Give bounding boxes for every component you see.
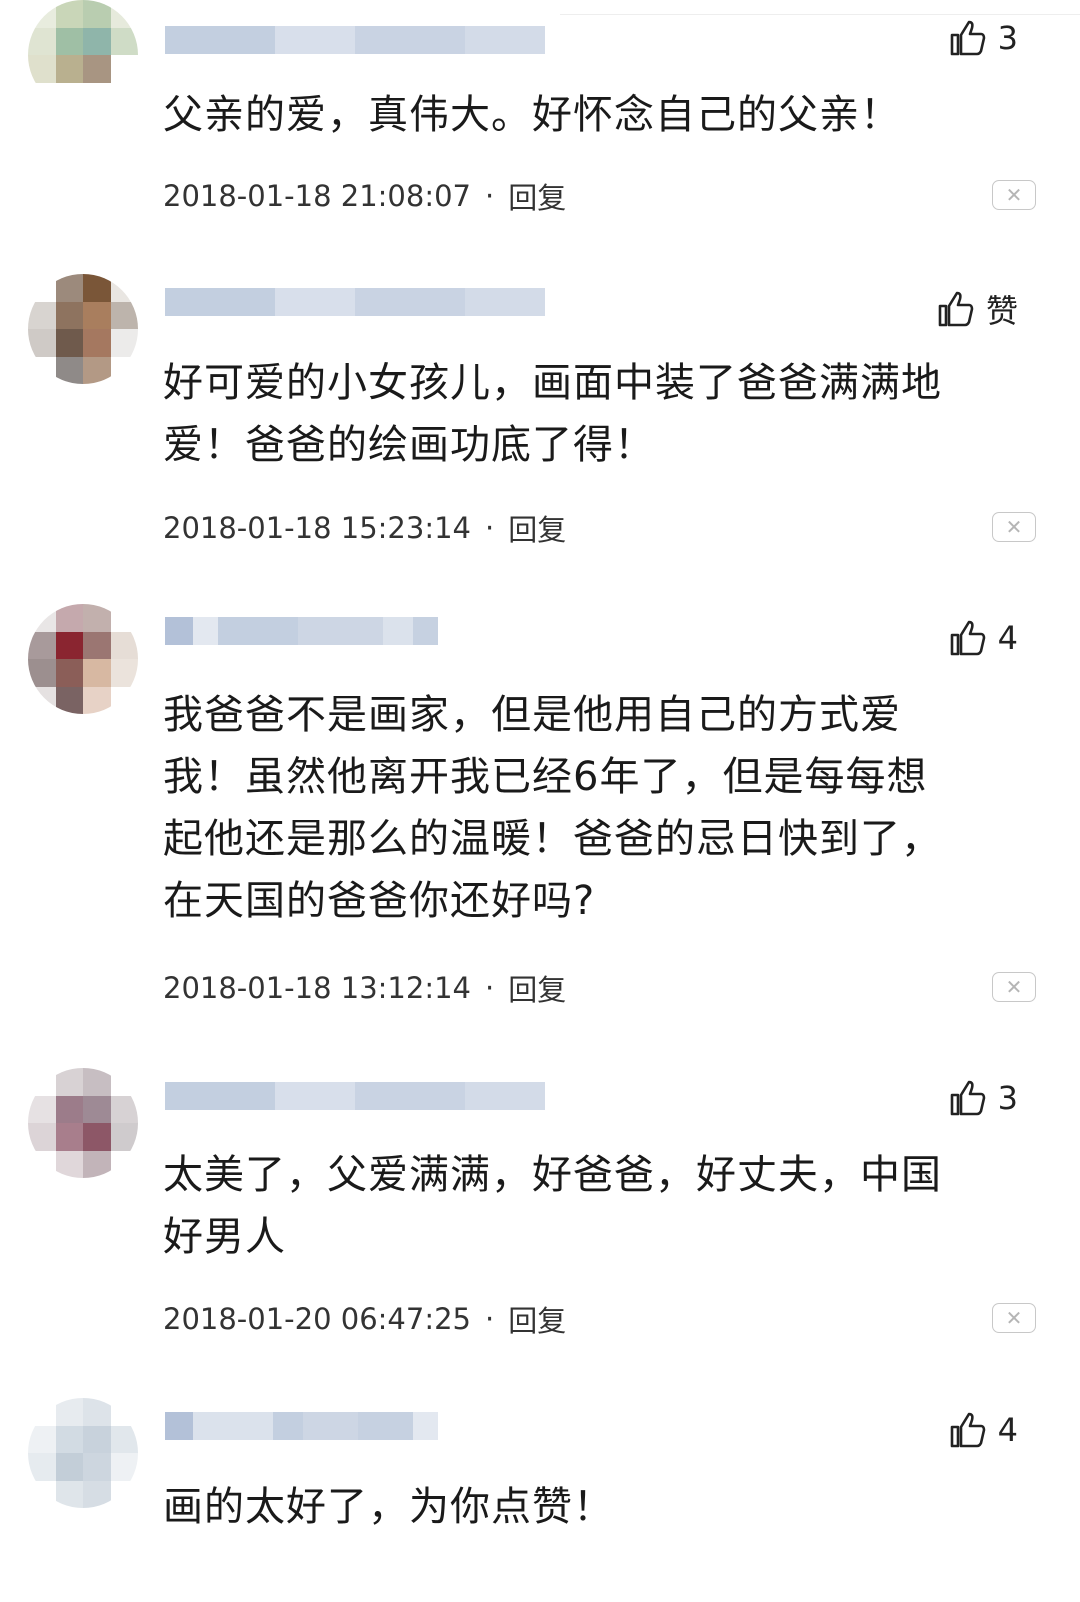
comment-meta: 2018-01-18 15:23:14 · 回复: [163, 507, 566, 549]
separator: ·: [485, 971, 495, 1005]
thumbs-up-icon: [938, 291, 974, 327]
avatar[interactable]: [28, 1068, 138, 1178]
thumbs-up-icon: [950, 620, 985, 656]
like-button[interactable]: 4: [948, 1410, 1018, 1450]
divider: [560, 14, 1080, 15]
reply-button[interactable]: 回复: [508, 967, 566, 1009]
username[interactable]: [165, 12, 545, 67]
thumbs-up-icon: [950, 1412, 985, 1448]
timestamp: 2018-01-20 06:47:25: [163, 1302, 471, 1336]
username[interactable]: [165, 603, 438, 658]
like-count: 3: [997, 19, 1018, 57]
avatar[interactable]: [28, 0, 138, 110]
separator: ·: [485, 1302, 495, 1336]
comment-meta: 2018-01-20 06:47:25 · 回复: [163, 1298, 566, 1340]
like-button[interactable]: 3: [948, 18, 1018, 58]
timestamp: 2018-01-18 15:23:14: [163, 511, 471, 545]
comment-text: 画的太好了，为你点赞！: [163, 1484, 614, 1530]
like-button[interactable]: 赞: [936, 286, 1018, 332]
dismiss-button[interactable]: ✕: [992, 1303, 1036, 1333]
thumbs-up-icon: [950, 1080, 985, 1116]
comment-meta: 2018-01-18 21:08:07 · 回复: [163, 175, 566, 217]
username[interactable]: [165, 1398, 438, 1453]
timestamp: 2018-01-18 21:08:07: [163, 179, 471, 213]
username[interactable]: [165, 274, 545, 329]
comment-text: 父亲的爱，真伟大。好怀念自己的父亲！: [163, 92, 901, 138]
comment-text: 太美了，父爱满满，好爸爸，好丈夫，中国 好男人: [163, 1152, 942, 1260]
avatar[interactable]: [28, 274, 138, 384]
dismiss-button[interactable]: ✕: [992, 512, 1036, 542]
reply-button[interactable]: 回复: [508, 175, 566, 217]
separator: ·: [485, 511, 495, 545]
comment-text: 好可爱的小女孩儿，画面中装了爸爸满满地 爱！爸爸的绘画功底了得！: [163, 360, 942, 468]
like-count: 4: [997, 1411, 1018, 1449]
dismiss-button[interactable]: ✕: [992, 972, 1036, 1002]
avatar[interactable]: [28, 604, 138, 714]
like-button[interactable]: 3: [948, 1078, 1018, 1118]
avatar[interactable]: [28, 1398, 138, 1508]
timestamp: 2018-01-18 13:12:14: [163, 971, 471, 1005]
separator: ·: [485, 179, 495, 213]
like-count: 4: [997, 619, 1018, 657]
like-button[interactable]: 4: [948, 618, 1018, 658]
like-count: 3: [997, 1079, 1018, 1117]
username[interactable]: [165, 1068, 545, 1123]
dismiss-button[interactable]: ✕: [992, 180, 1036, 210]
reply-button[interactable]: 回复: [508, 1298, 566, 1340]
like-label: 赞: [985, 292, 1018, 330]
comment-text: 我爸爸不是画家，但是他用自己的方式爱 我！虽然他离开我已经6年了，但是每每想 起…: [163, 692, 942, 924]
thumbs-up-icon: [950, 20, 985, 56]
comment-meta: 2018-01-18 13:12:14 · 回复: [163, 967, 566, 1009]
reply-button[interactable]: 回复: [508, 507, 566, 549]
